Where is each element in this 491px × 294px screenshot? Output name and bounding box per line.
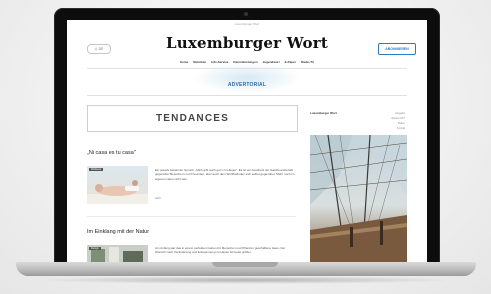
sidebar-meta: Januar 2017 [391,117,405,120]
article-title[interactable]: „Ni casa es tu casa" [87,150,136,156]
sidebar-meta: Ausgabe [395,112,405,115]
article-text: Am Anfang war das in einem perfekten Gar… [155,246,286,255]
hero-banner[interactable]: TENDANCES [87,105,298,132]
article-text: Ein jeweils bekannter Spruch: „Mich gibt… [155,168,295,181]
nav-item-radio-tv[interactable]: Radio-TV [301,60,314,64]
article-title[interactable]: Im Einklang mit der Natur [87,229,149,235]
laptop-notch [212,262,278,267]
hero-title: TENDANCES [155,113,230,124]
article-thumbnail[interactable]: Wellness [87,166,148,204]
sidebar-meta: Format [397,127,405,130]
article-tag: Design [89,247,101,250]
decorative-glow [193,63,301,93]
laptop-shadow [36,276,456,284]
nav-item-home[interactable]: Home [180,60,188,64]
section-label: ADVERTORIAL [227,82,267,88]
subscribe-button[interactable]: ABONNIEREN [378,43,416,55]
top-strip: Luxemburger Wort [234,22,260,26]
sailing-ship-image [310,135,407,262]
sidebar-meta: Seiten [397,122,405,125]
screen: Luxemburger Wort ◎ DE Luxemburger Wort A… [67,20,427,262]
article-divider [87,216,296,217]
site-logo[interactable]: Luxemburger Wort [67,34,427,52]
spa-image [87,166,148,204]
read-more-link[interactable]: mehr [155,197,161,200]
article-tag: Wellness [89,168,104,171]
article-thumbnail[interactable]: Design [87,245,148,262]
sidebar-title: Luxemburger Wort [310,111,337,115]
magazine-cover[interactable] [310,135,407,262]
camera-icon [244,12,248,16]
section-divider [87,95,407,96]
